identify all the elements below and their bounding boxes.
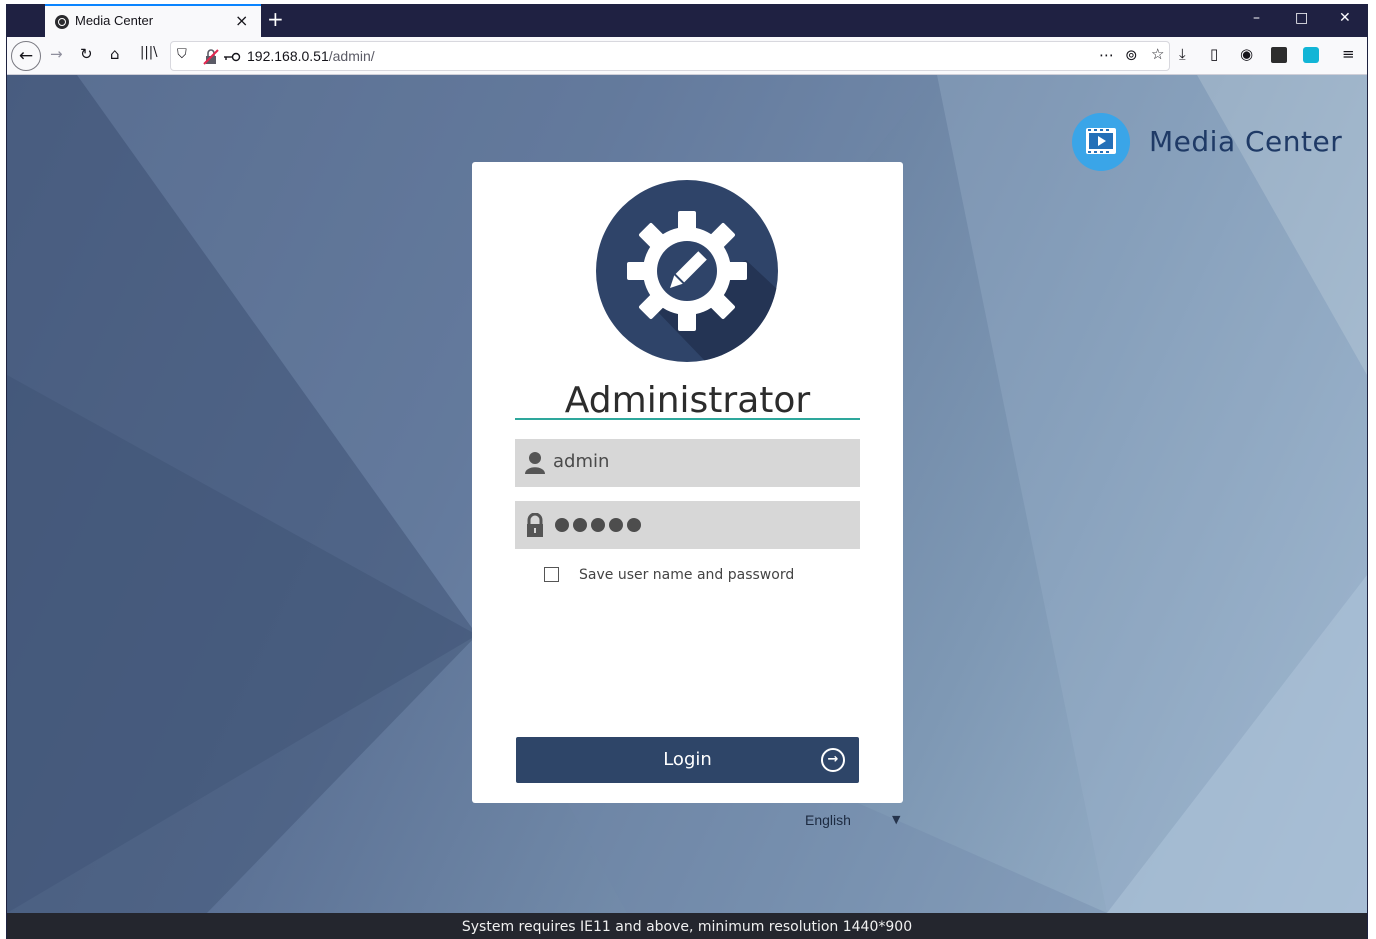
password-dot	[555, 518, 569, 532]
lock-icon	[527, 513, 543, 537]
tracking-shield-icon[interactable]: ⛉	[177, 47, 187, 62]
url-text[interactable]: 192.168.0.51/admin/	[247, 48, 375, 64]
login-card: Administrator admin Save user name and p…	[472, 162, 903, 803]
language-select[interactable]: English	[805, 812, 851, 828]
browser-window: Media Center × + – □ ✕ ← → ↻ ⌂ |||\ ⛉ 19…	[0, 0, 1376, 939]
title-bar: Media Center × + – □ ✕	[7, 4, 1367, 37]
account-icon[interactable]: ◉	[1240, 45, 1253, 63]
selenium-extension-icon[interactable]	[1271, 47, 1287, 63]
media-center-favicon-icon	[55, 15, 69, 29]
key-icon[interactable]	[223, 51, 241, 63]
bookmark-star-icon[interactable]: ☆	[1151, 45, 1164, 63]
browser-tab[interactable]: Media Center ×	[45, 4, 261, 37]
brand-name: Media Center	[1149, 125, 1343, 158]
pocket-icon[interactable]: ⊚	[1125, 46, 1138, 64]
password-dot	[627, 518, 641, 532]
chevron-down-icon[interactable]: ▼	[892, 813, 900, 826]
page-content: Media Center Administrator admin Save us…	[7, 75, 1367, 913]
remember-label[interactable]: Save user name and password	[579, 567, 794, 583]
password-dot	[591, 518, 605, 532]
reload-button-icon[interactable]: ↻	[80, 45, 93, 63]
back-button-icon[interactable]: ←	[11, 41, 41, 71]
navigation-bar: ← → ↻ ⌂ |||\ ⛉ 192.168.0.51/admin/ ⋯ ⊚ ☆…	[7, 37, 1367, 75]
tab-close-icon[interactable]: ×	[235, 11, 248, 30]
arrow-circle-right-icon: →	[821, 748, 845, 772]
forward-button-icon[interactable]: →	[50, 45, 63, 63]
new-tab-button[interactable]: +	[267, 7, 284, 31]
user-icon	[525, 452, 545, 474]
close-window-icon[interactable]: ✕	[1339, 10, 1351, 26]
minimize-icon[interactable]: –	[1253, 10, 1260, 26]
url-bar[interactable]: ⛉ 192.168.0.51/admin/ ⋯ ⊚ ☆	[170, 41, 1170, 71]
media-center-logo-icon	[1072, 113, 1130, 171]
password-dot	[573, 518, 587, 532]
footer-bar: System requires IE11 and above, minimum …	[7, 913, 1367, 939]
username-field[interactable]: admin	[515, 439, 860, 487]
username-value[interactable]: admin	[553, 451, 609, 472]
extension-icon[interactable]	[1303, 47, 1319, 63]
menu-icon[interactable]: ≡	[1342, 45, 1355, 63]
page-actions-icon[interactable]: ⋯	[1099, 46, 1114, 64]
downloads-icon[interactable]: ⤓	[1179, 45, 1186, 63]
tab-title: Media Center	[75, 13, 154, 28]
remember-checkbox[interactable]	[544, 567, 559, 582]
home-button-icon[interactable]: ⌂	[110, 45, 120, 63]
password-field[interactable]	[515, 501, 860, 549]
title-underline	[515, 418, 860, 420]
insecure-lock-icon[interactable]	[203, 49, 219, 65]
login-button[interactable]: Login →	[516, 737, 859, 783]
maximize-icon[interactable]: □	[1295, 10, 1308, 26]
login-button-label: Login	[663, 749, 712, 770]
window-border-right	[1367, 4, 1368, 939]
page-title: Administrator	[564, 380, 811, 421]
gear-pencil-icon	[596, 180, 778, 362]
system-requirements-notice: System requires IE11 and above, minimum …	[461, 919, 913, 935]
password-dot	[609, 518, 623, 532]
library-icon[interactable]: |||\	[140, 45, 158, 60]
sidebar-icon[interactable]: ▯	[1210, 45, 1218, 63]
